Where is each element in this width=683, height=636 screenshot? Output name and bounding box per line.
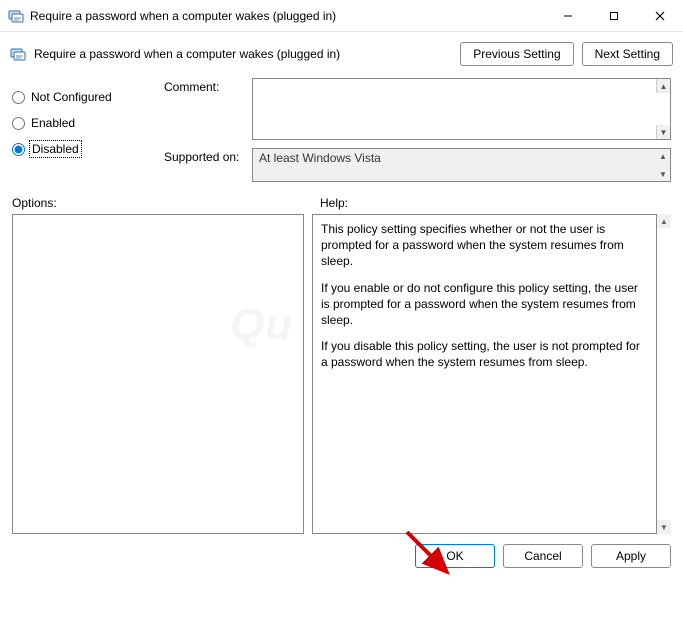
policy-icon xyxy=(10,46,26,62)
help-label: Help: xyxy=(312,196,671,210)
scrollbar[interactable]: ▲ ▼ xyxy=(657,214,671,534)
previous-setting-button[interactable]: Previous Setting xyxy=(460,42,573,66)
minimize-button[interactable] xyxy=(545,0,591,32)
help-paragraph: This policy setting specifies whether or… xyxy=(321,221,648,270)
radio-not-configured-input[interactable] xyxy=(12,91,25,104)
policy-title: Require a password when a computer wakes… xyxy=(34,47,452,61)
radio-enabled-label: Enabled xyxy=(31,116,75,130)
cancel-button[interactable]: Cancel xyxy=(503,544,583,568)
apply-button[interactable]: Apply xyxy=(591,544,671,568)
scroll-up-icon[interactable]: ▲ xyxy=(656,149,670,163)
help-paragraph: If you disable this policy setting, the … xyxy=(321,338,648,370)
titlebar: Require a password when a computer wakes… xyxy=(0,0,683,32)
radio-enabled[interactable]: Enabled xyxy=(12,110,144,136)
comment-label: Comment: xyxy=(164,78,244,94)
policy-icon xyxy=(8,8,24,24)
supported-on-value: At least Windows Vista xyxy=(259,151,381,165)
supported-on-field: At least Windows Vista ▲ ▼ xyxy=(252,148,671,182)
ok-button[interactable]: OK xyxy=(415,544,495,568)
comment-field[interactable] xyxy=(253,79,656,139)
scroll-up-icon[interactable]: ▲ xyxy=(657,214,671,228)
scroll-down-icon[interactable]: ▼ xyxy=(656,125,670,139)
radio-disabled-input[interactable] xyxy=(12,143,25,156)
radio-not-configured[interactable]: Not Configured xyxy=(12,84,144,110)
help-paragraph: If you enable or do not configure this p… xyxy=(321,280,648,329)
maximize-button[interactable] xyxy=(591,0,637,32)
next-setting-button[interactable]: Next Setting xyxy=(582,42,673,66)
options-panel xyxy=(12,214,304,534)
radio-not-configured-label: Not Configured xyxy=(31,90,112,104)
footer: OK Cancel Apply xyxy=(0,534,683,578)
options-label: Options: xyxy=(12,196,312,210)
window-title: Require a password when a computer wakes… xyxy=(30,9,545,23)
supported-on-label: Supported on: xyxy=(164,148,244,164)
radio-disabled[interactable]: Disabled xyxy=(12,136,144,162)
radio-disabled-label: Disabled xyxy=(31,142,80,156)
comment-field-shell: ▲ ▼ xyxy=(252,78,671,140)
help-panel: This policy setting specifies whether or… xyxy=(312,214,657,534)
scroll-down-icon[interactable]: ▼ xyxy=(656,167,670,181)
header: Require a password when a computer wakes… xyxy=(0,32,683,74)
scroll-down-icon[interactable]: ▼ xyxy=(657,520,671,534)
scroll-up-icon[interactable]: ▲ xyxy=(656,79,670,93)
close-button[interactable] xyxy=(637,0,683,32)
radio-enabled-input[interactable] xyxy=(12,117,25,130)
state-radio-group: Not Configured Enabled Disabled xyxy=(12,78,144,182)
